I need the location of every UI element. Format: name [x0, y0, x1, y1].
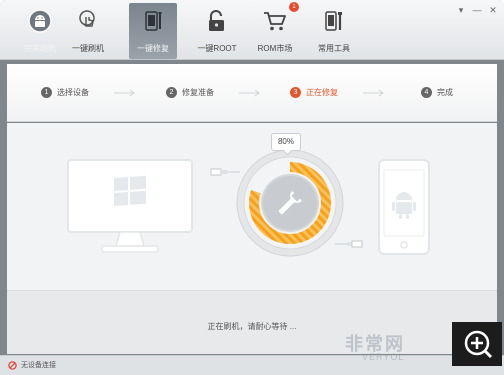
window-controls: ▾ — ✕: [456, 5, 498, 15]
device-status-text: 无设备连接: [21, 362, 56, 369]
zoom-in-icon[interactable]: [452, 322, 502, 366]
minimize-button[interactable]: —: [472, 5, 482, 15]
android-gear-icon: [28, 9, 52, 33]
device-status: 无设备连接: [8, 360, 56, 370]
step-select-device: 1 选择设备: [41, 87, 89, 98]
toolbar: 完美刷机 一键刷机 一键修复 一键ROOT 1 ROM市场 常用工具 ▾ — ✕: [0, 0, 504, 60]
progress-gauge: [236, 149, 344, 257]
step-label: 修复准备: [182, 88, 214, 97]
tab-label: ROM市场: [257, 44, 293, 53]
tab-label: 常用工具: [318, 44, 350, 53]
touch-icon: [79, 10, 95, 27]
unlock-icon: [209, 10, 224, 31]
tab-one-click-repair[interactable]: 一键修复: [129, 3, 177, 59]
step-arrow-icon: [363, 89, 384, 97]
step-label: 正在修复: [306, 88, 338, 97]
tab-one-click-flash[interactable]: 一键刷机: [64, 3, 112, 59]
status-band: 正在刷机，请耐心等待 ...: [7, 290, 497, 354]
progress-steps: 1 选择设备 2 修复准备 3 正在修复 4 完成: [7, 64, 497, 122]
tab-label: 一键刷机: [72, 44, 104, 53]
app-window: 完美刷机 一键刷机 一键修复 一键ROOT 1 ROM市场 常用工具 ▾ — ✕…: [0, 0, 504, 375]
cart-icon: [264, 12, 286, 31]
progress-percent: 80%: [271, 133, 301, 151]
step-label: 完成: [437, 88, 453, 97]
step-prepare-repair: 2 修复准备: [166, 87, 214, 98]
close-button[interactable]: ✕: [488, 5, 498, 15]
tools-icon: [325, 11, 342, 31]
tab-label: 一键修复: [137, 44, 169, 53]
step-complete: 4 完成: [421, 87, 453, 98]
step-number: 3: [290, 87, 301, 98]
tab-one-click-root[interactable]: 一键ROOT: [193, 3, 241, 59]
step-repairing: 3 正在修复: [290, 87, 338, 98]
menu-button[interactable]: ▾: [456, 5, 466, 15]
no-device-icon: [8, 360, 17, 370]
rom-market-badge: 1: [289, 2, 299, 12]
step-number: 4: [421, 87, 432, 98]
step-number: 2: [166, 87, 177, 98]
tab-rom-market[interactable]: 1 ROM市场: [251, 2, 299, 59]
step-arrow-icon: [114, 89, 135, 97]
step-arrow-icon: [239, 89, 260, 97]
phone-icon: [378, 159, 430, 255]
step-label: 选择设备: [57, 88, 89, 97]
computer-icon: [67, 159, 193, 253]
status-bar: 无设备连接: [0, 355, 504, 375]
watermark-sub: VERYOL: [362, 352, 405, 362]
tab-perfect-flash[interactable]: 完美刷机: [16, 3, 64, 59]
step-number: 1: [41, 87, 52, 98]
flash-status-text: 正在刷机，请耐心等待 ...: [207, 322, 297, 331]
tab-tools[interactable]: 常用工具: [310, 3, 358, 59]
phone-wrench-icon: [145, 11, 162, 31]
tab-label: 一键ROOT: [197, 44, 237, 53]
